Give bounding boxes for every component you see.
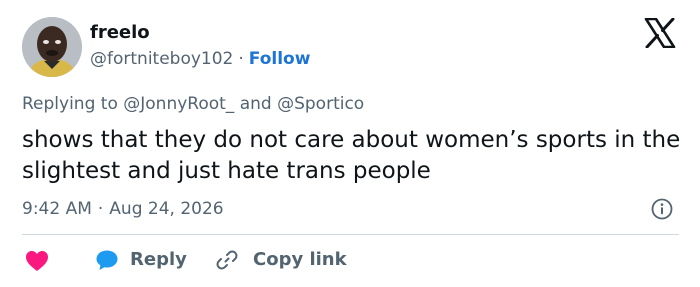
- mention-sportico[interactable]: @Sportico: [277, 94, 364, 114]
- divider: [22, 234, 679, 235]
- link-icon[interactable]: [216, 249, 238, 271]
- reply-context: Replying to @JonnyRoot_ and @Sportico: [22, 93, 364, 115]
- avatar-image: [22, 17, 82, 77]
- display-name[interactable]: freelo: [90, 22, 150, 44]
- tweet-date: Aug 24, 2026: [109, 199, 224, 219]
- follow-button[interactable]: Follow: [249, 49, 311, 69]
- reply-conjunction: and: [239, 94, 272, 114]
- mention-jonnyroot[interactable]: @JonnyRoot_: [123, 94, 234, 114]
- reply-bubble-icon[interactable]: [95, 249, 119, 271]
- handle-row: @fortniteboy102 · Follow: [90, 48, 310, 70]
- x-logo-icon[interactable]: [644, 18, 676, 48]
- tweet-card: freelo @fortniteboy102 · Follow Replying t…: [0, 0, 700, 287]
- info-icon[interactable]: [651, 198, 673, 220]
- reply-prefix: Replying to: [22, 94, 118, 114]
- heart-icon[interactable]: [25, 250, 49, 272]
- reply-button[interactable]: Reply: [130, 248, 187, 272]
- copy-link-button[interactable]: Copy link: [253, 248, 347, 272]
- tweet-text: shows that they do not care about women’…: [22, 127, 681, 184]
- tweet-time: 9:42 AM: [22, 199, 92, 219]
- user-handle[interactable]: @fortniteboy102: [90, 49, 233, 69]
- timestamp[interactable]: 9:42 AM · Aug 24, 2026: [22, 198, 224, 220]
- separator-dot: ·: [97, 199, 104, 219]
- separator-dot: ·: [238, 49, 244, 69]
- avatar[interactable]: [22, 17, 82, 77]
